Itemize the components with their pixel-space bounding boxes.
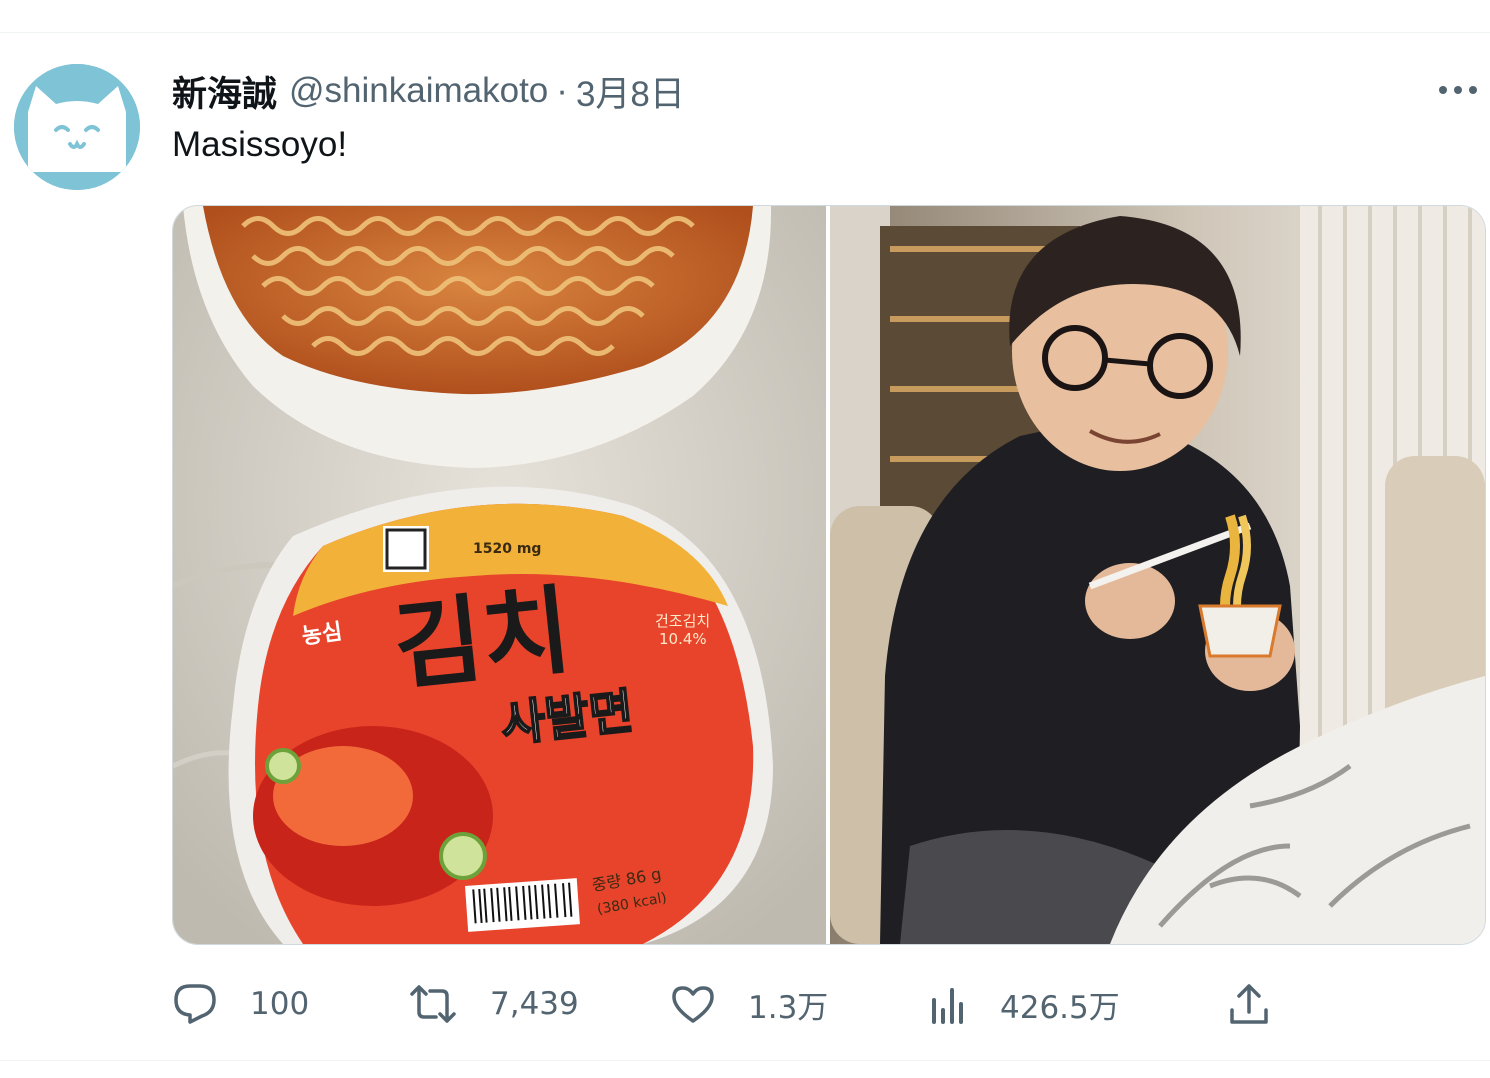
views-count: 426.5万 <box>1000 989 1120 1026</box>
like-count: 1.3万 <box>748 989 829 1026</box>
sodium-label: 1520 mg <box>473 541 541 557</box>
avatar[interactable] <box>14 64 140 190</box>
like-button[interactable]: 1.3万 <box>670 978 828 1030</box>
views-button[interactable]: 426.5万 <box>928 978 1120 1030</box>
kimchi-percent: 10.4% <box>659 630 707 648</box>
tweet-actions: 100 7,439 1.3万 426.5万 <box>172 978 1282 1030</box>
cat-avatar-icon <box>14 64 140 190</box>
author-handle[interactable]: @shinkaimakoto <box>289 71 548 111</box>
views-chart-icon <box>932 988 963 1024</box>
heart-icon <box>672 986 714 1023</box>
tweet-header: 新海誠 @shinkaimakoto · 3月8日 <box>172 66 685 116</box>
package-title: 김치 <box>389 574 576 704</box>
retweet-icon <box>410 985 456 1023</box>
person-photo-image <box>830 206 1485 944</box>
kimchi-label: 건조김치 <box>655 612 710 630</box>
reply-button[interactable]: 100 <box>172 978 309 1030</box>
author-display-name[interactable]: 新海誠 <box>172 66 277 117</box>
bottom-divider <box>0 1060 1490 1061</box>
top-divider <box>0 32 1490 33</box>
ramen-photo-image: 1520 mg 농심 김치 사발면 건조김치 10.4% 중량 86 g (38… <box>173 206 826 944</box>
tweet-date[interactable]: 3月8日 <box>576 66 685 117</box>
retweet-count: 7,439 <box>490 986 579 1022</box>
share-icon <box>1230 984 1268 1024</box>
more-dots-icon <box>1439 86 1477 94</box>
retweet-button[interactable]: 7,439 <box>408 978 579 1030</box>
more-options-button[interactable] <box>1436 70 1480 110</box>
share-button[interactable] <box>1228 978 1270 1030</box>
header-separator: · <box>556 71 568 110</box>
reply-icon <box>174 984 216 1024</box>
ramen-photo[interactable]: 1520 mg 농심 김치 사발면 건조김치 10.4% 중량 86 g (38… <box>173 206 826 944</box>
reply-count: 100 <box>250 986 310 1022</box>
person-photo[interactable] <box>830 206 1485 944</box>
tweet-media: 1520 mg 농심 김치 사발면 건조김치 10.4% 중량 86 g (38… <box>172 205 1486 945</box>
tweet-text: Masissoyo! <box>172 125 348 164</box>
